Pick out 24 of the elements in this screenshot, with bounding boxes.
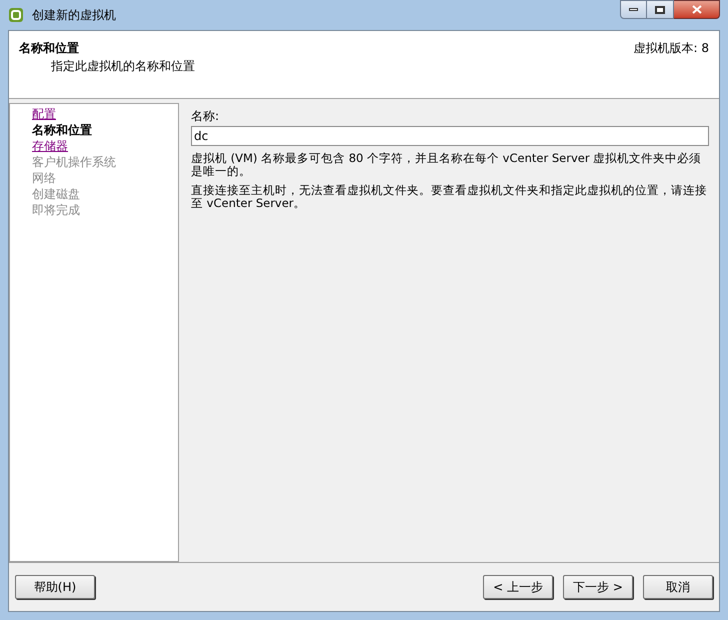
maximize-button[interactable] xyxy=(647,0,674,19)
info-text: 直接连接至主机时，无法查看虚拟机文件夹。要查看虚拟机文件夹和指定此虚拟机的位置，请连接至 vCenter Server。 xyxy=(191,184,708,210)
close-button[interactable] xyxy=(674,0,720,19)
step-item: 客户机操作系统 xyxy=(32,154,117,170)
step-item: 创建磁盘 xyxy=(32,186,81,202)
close-icon xyxy=(692,5,702,14)
name-field[interactable]: dc xyxy=(191,126,709,146)
step-item: 网络 xyxy=(32,170,57,186)
step-item[interactable]: 配置 xyxy=(32,106,178,122)
info-text: 虚拟机 (VM) 名称最多可包含 80 个字符，并且名称在每个 vCenter Server 虚拟机文件夹中必须是唯一的。 xyxy=(191,152,702,178)
back-button[interactable]: < 上一步 xyxy=(483,575,553,599)
page-heading: 名称和位置 xyxy=(19,40,80,57)
version-label: 虚拟机版本: 8 xyxy=(634,40,709,57)
step-item[interactable]: 存储器 xyxy=(32,138,178,154)
help-button[interactable]: 帮助(H) xyxy=(15,575,95,599)
next-button[interactable]: 下一步 > xyxy=(563,575,633,599)
step-item: 即将完成 xyxy=(32,202,81,218)
window-title: 创建新的虚拟机 xyxy=(32,7,116,24)
minimize-button[interactable] xyxy=(620,0,647,19)
page-subtitle: 指定此虚拟机的名称和位置 xyxy=(51,58,195,75)
cancel-button[interactable]: 取消 xyxy=(643,575,713,599)
app-icon xyxy=(8,7,24,23)
step-item: 名称和位置 xyxy=(32,122,93,138)
name-label: 名称: xyxy=(191,108,220,125)
